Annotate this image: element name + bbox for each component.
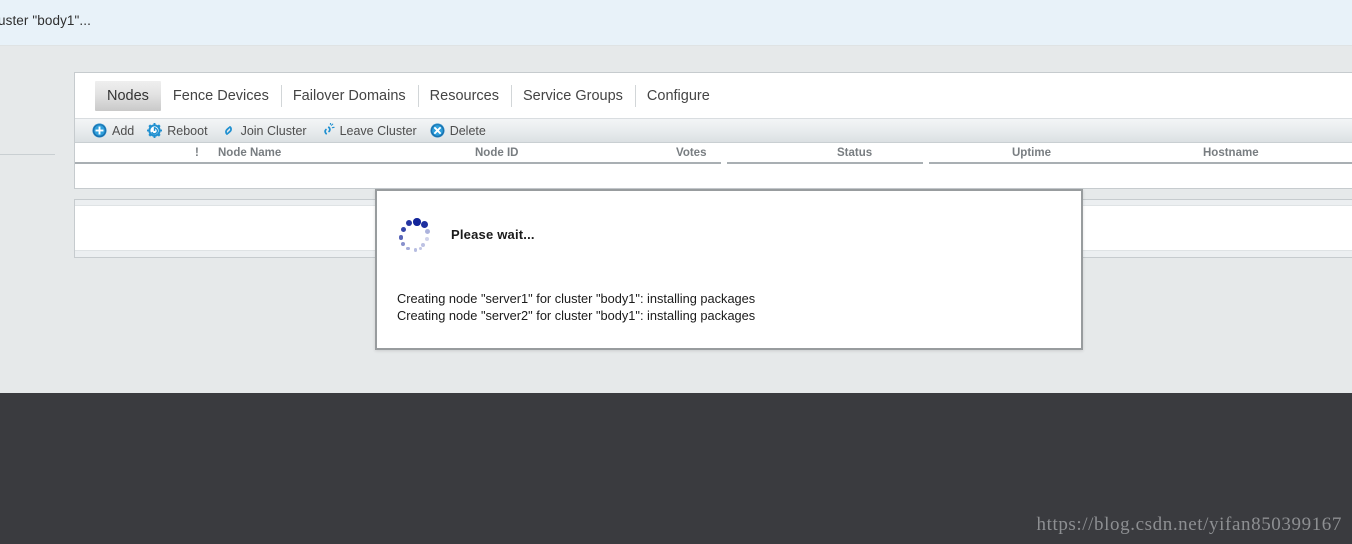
tab-nodes-label: Nodes (107, 87, 149, 104)
log-line: Creating node "server2" for cluster "bod… (397, 307, 756, 323)
column-header-node-name[interactable]: Node Name (218, 147, 281, 159)
dialog-log: Creating node "server1" for cluster "bod… (397, 291, 1067, 324)
leave-cluster-button[interactable]: Leave Cluster (316, 119, 426, 142)
nodes-toolbar: Add Reboot Join Cluster Leave Cluster De… (75, 118, 1352, 143)
column-header-status[interactable]: Status (837, 147, 872, 159)
join-cluster-button-label: Join Cluster (240, 123, 307, 138)
tab-nodes[interactable]: Nodes (95, 80, 161, 111)
tab-failover-domains-label: Failover Domains (292, 87, 406, 104)
add-button[interactable]: Add (88, 119, 143, 142)
sidebar-region (0, 45, 74, 393)
tab-service-groups-label: Service Groups (522, 87, 623, 104)
watermark-url: https://blog.csdn.net/yifan850399167 (1036, 514, 1342, 535)
plus-circle-icon (92, 123, 107, 138)
column-separator-mid (727, 162, 923, 164)
please-wait-dialog: Please wait... Creating node "server1" f… (375, 189, 1083, 350)
broken-link-icon (323, 123, 335, 135)
column-header-alert[interactable]: ! (195, 147, 199, 159)
sidebar-divider (0, 154, 55, 155)
gear-power-icon (147, 123, 163, 138)
delete-button[interactable]: Delete (426, 119, 495, 142)
reboot-button[interactable]: Reboot (143, 119, 216, 142)
column-header-votes[interactable]: Votes (676, 147, 706, 159)
tab-resources[interactable]: Resources (417, 81, 511, 111)
footer-region: https://blog.csdn.net/yifan850399167 (0, 393, 1352, 544)
join-cluster-button[interactable]: Join Cluster (217, 119, 316, 142)
loading-spinner-icon (395, 217, 433, 255)
dialog-title: Please wait... (451, 226, 535, 242)
tab-service-groups[interactable]: Service Groups (510, 81, 635, 111)
tab-resources-label: Resources (429, 87, 499, 104)
column-header-uptime[interactable]: Uptime (1012, 147, 1051, 159)
tab-failover-domains[interactable]: Failover Domains (280, 81, 418, 111)
leave-cluster-button-label: Leave Cluster (339, 123, 417, 138)
column-header-node-id[interactable]: Node ID (475, 147, 518, 159)
table-header-row: ! Node Name Node ID Votes Status Uptime … (75, 143, 1352, 164)
banner-status-text: uster "body1"... (0, 13, 91, 28)
column-separator-right (929, 162, 1352, 164)
tab-fence-devices[interactable]: Fence Devices (161, 81, 281, 111)
top-banner: uster "body1"... (0, 0, 1352, 45)
close-circle-icon (430, 123, 445, 138)
column-header-hostname[interactable]: Hostname (1203, 147, 1259, 159)
delete-button-label: Delete (449, 123, 486, 138)
content-panel: Nodes Fence Devices Failover Domains Res… (74, 72, 1352, 189)
add-button-label: Add (112, 123, 135, 138)
link-icon (224, 126, 232, 135)
tab-configure[interactable]: Configure (634, 81, 722, 111)
dialog-header: Please wait... (377, 191, 1081, 277)
log-line: Creating node "server1" for cluster "bod… (397, 291, 756, 306)
reboot-button-label: Reboot (167, 123, 208, 138)
app-root: uster "body1"... Nodes Fence Devices Fai… (0, 0, 1352, 544)
tab-fence-devices-label: Fence Devices (172, 87, 269, 104)
tab-bar: Nodes Fence Devices Failover Domains Res… (75, 73, 722, 118)
column-separator-left (75, 162, 721, 164)
tab-configure-label: Configure (646, 87, 710, 104)
